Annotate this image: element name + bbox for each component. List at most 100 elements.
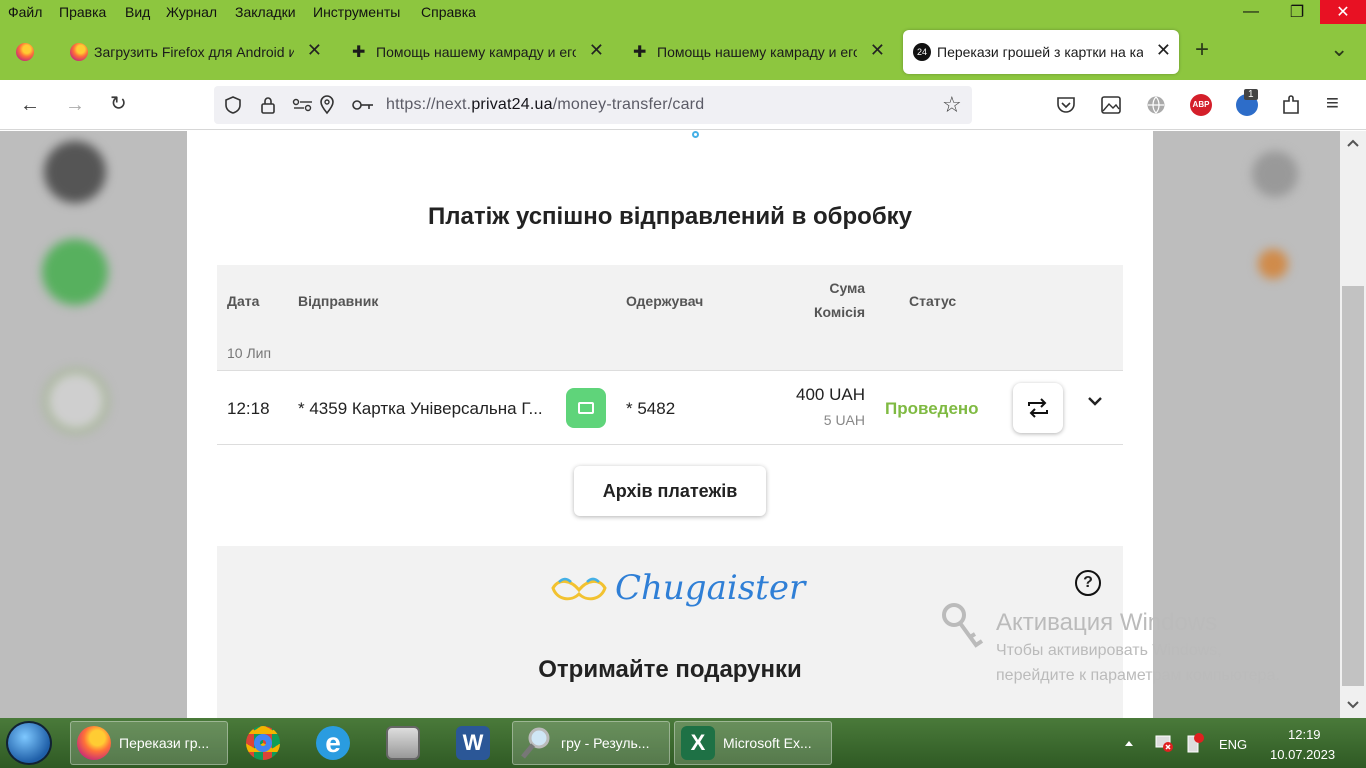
taskbar-label: гру - Резуль... [561, 735, 650, 751]
cross-favicon-icon: ✚ [633, 44, 647, 61]
menu-file[interactable]: Файл [8, 4, 42, 20]
close-icon[interactable]: ✕ [870, 40, 885, 61]
help-icon[interactable]: ? [1075, 570, 1101, 596]
app-menu-icon[interactable]: ≡ [1326, 92, 1339, 114]
shield-icon[interactable] [224, 96, 242, 114]
watermark-title: Активация Windows [996, 609, 1218, 636]
tab-bar: Загрузить Firefox для Android и iOS ✕ ✚ … [0, 24, 1366, 80]
row-recipient: * 5482 [626, 399, 676, 418]
header-sum: Сума [829, 280, 865, 296]
lock-icon[interactable] [260, 96, 276, 114]
chugaister-brand: Chugaister [615, 568, 806, 608]
language-indicator[interactable]: ENG [1219, 737, 1247, 752]
menu-bookmarks[interactable]: Закладки [235, 4, 296, 20]
url-prefix: https://next. [386, 96, 472, 113]
blurred-badge [1258, 249, 1288, 279]
minimize-button[interactable]: — [1228, 0, 1274, 24]
url-text[interactable]: https://next.privat24.ua/money-transfer/… [386, 96, 704, 114]
close-window-button[interactable]: ✕ [1320, 0, 1366, 24]
menu-help[interactable]: Справка [421, 4, 476, 20]
header-sender: Відправник [298, 293, 379, 309]
clock-date[interactable]: 10.07.2023 [1270, 747, 1335, 762]
list-all-tabs-icon[interactable]: ⌄ [1330, 36, 1348, 62]
taskbar-word[interactable]: W [450, 721, 500, 765]
close-icon[interactable]: ✕ [307, 40, 322, 61]
blurred-avatar [44, 141, 106, 203]
close-icon[interactable]: ✕ [589, 40, 604, 61]
network-icon[interactable] [1154, 734, 1174, 752]
watermark-line2: перейдите к параметрам компьютера. [996, 667, 1280, 684]
header-fee: Комісія [813, 304, 865, 320]
reload-icon[interactable]: ↻ [110, 94, 127, 114]
menu-tools[interactable]: Инструменты [313, 4, 400, 20]
tab-help-2[interactable]: ✚ Помощь нашему камраду и его семье ✕ [623, 30, 893, 74]
loader-dot-icon [692, 131, 699, 138]
tab-help-1[interactable]: ✚ Помощь нашему камраду и его семье ✕ [342, 30, 612, 74]
back-icon[interactable]: ← [20, 95, 40, 115]
scroll-down-icon[interactable] [1346, 700, 1360, 710]
taskbar-ie[interactable]: e [310, 721, 360, 765]
page-content: Платіж успішно відправлений в обробку Да… [0, 131, 1340, 718]
page-title: Платіж успішно відправлений в обробку [428, 203, 912, 230]
url-path: /money-transfer/card [552, 96, 705, 113]
close-icon[interactable]: ✕ [1156, 40, 1171, 61]
calculator-icon [386, 726, 420, 760]
menu-edit[interactable]: Правка [59, 4, 106, 20]
card-icon [566, 388, 606, 428]
globe-icon[interactable] [1146, 95, 1166, 115]
table-row[interactable]: 12:18 * 4359 Картка Універсальна Г... * … [217, 370, 1123, 445]
row-fee: 5 UAH [823, 412, 865, 428]
new-tab-icon[interactable]: + [1195, 36, 1209, 64]
tab-privat24[interactable]: 24 Перекази грошей з картки на картку ✕ [903, 30, 1179, 74]
payments-archive-button[interactable]: Архів платежів [574, 466, 766, 516]
tab-label: Перекази грошей з картки на картку [937, 44, 1143, 60]
chevron-down-icon[interactable] [1087, 395, 1103, 407]
activation-key-icon [942, 603, 984, 648]
taskbar: Перекази гр... e W гру - Резуль... X Mic… [0, 718, 1366, 768]
row-sender: * 4359 Картка Універсальна Г... [298, 399, 543, 418]
key-icon[interactable] [352, 98, 374, 112]
scrollbar-thumb[interactable] [1342, 286, 1364, 686]
excel-icon: X [681, 726, 715, 760]
maximize-button[interactable]: ❐ [1274, 0, 1320, 24]
menu-history[interactable]: Журнал [166, 4, 217, 20]
privat24-favicon-icon: 24 [913, 43, 931, 61]
magnifier-icon [521, 727, 550, 759]
adblock-plus-icon[interactable]: ABP [1190, 94, 1212, 116]
taskbar-firefox[interactable]: Перекази гр... [70, 721, 228, 765]
header-date: Дата [227, 293, 260, 309]
puzzle-extensions-icon[interactable] [1281, 94, 1301, 116]
header-status: Статус [909, 293, 957, 309]
promo-heading: Отримайте подарунки [538, 656, 802, 683]
start-button[interactable] [6, 721, 52, 765]
bookmark-star-icon[interactable]: ☆ [942, 94, 962, 116]
tab-label: Помощь нашему камраду и его семье [657, 44, 857, 60]
forward-icon[interactable]: → [65, 95, 85, 115]
tab-label: Загрузить Firefox для Android и iOS [94, 44, 294, 60]
pocket-icon[interactable] [1056, 95, 1076, 115]
firefox-menu-icon[interactable] [16, 43, 34, 61]
battery-icon[interactable] [1184, 732, 1204, 754]
scroll-up-icon[interactable] [1346, 138, 1360, 148]
word-icon: W [456, 726, 490, 760]
taskbar-chrome[interactable] [240, 721, 290, 765]
menu-view[interactable]: Вид [125, 4, 150, 20]
extension-badge: 1 [1244, 89, 1258, 100]
permissions-icon[interactable] [292, 98, 314, 112]
repeat-icon [1028, 398, 1048, 418]
tray-expand-icon[interactable] [1124, 739, 1134, 747]
status-badge: Проведено [885, 399, 979, 418]
row-time: 12:18 [227, 399, 270, 418]
row-amount: 400 UAH [796, 385, 865, 404]
location-icon[interactable] [318, 95, 336, 115]
tab-firefox-android[interactable]: Загрузить Firefox для Android и iOS ✕ [60, 30, 330, 74]
url-domain: privat24.ua [471, 96, 553, 113]
address-bar[interactable]: https://next.privat24.ua/money-transfer/… [214, 86, 972, 124]
taskbar-excel[interactable]: X Microsoft Ex... [674, 721, 832, 765]
internet-explorer-icon: e [316, 726, 350, 760]
taskbar-search-results[interactable]: гру - Резуль... [512, 721, 670, 765]
clock-time[interactable]: 12:19 [1288, 727, 1321, 742]
taskbar-calculator[interactable] [380, 721, 430, 765]
repeat-payment-button[interactable] [1013, 383, 1063, 433]
image-icon[interactable] [1101, 95, 1121, 115]
